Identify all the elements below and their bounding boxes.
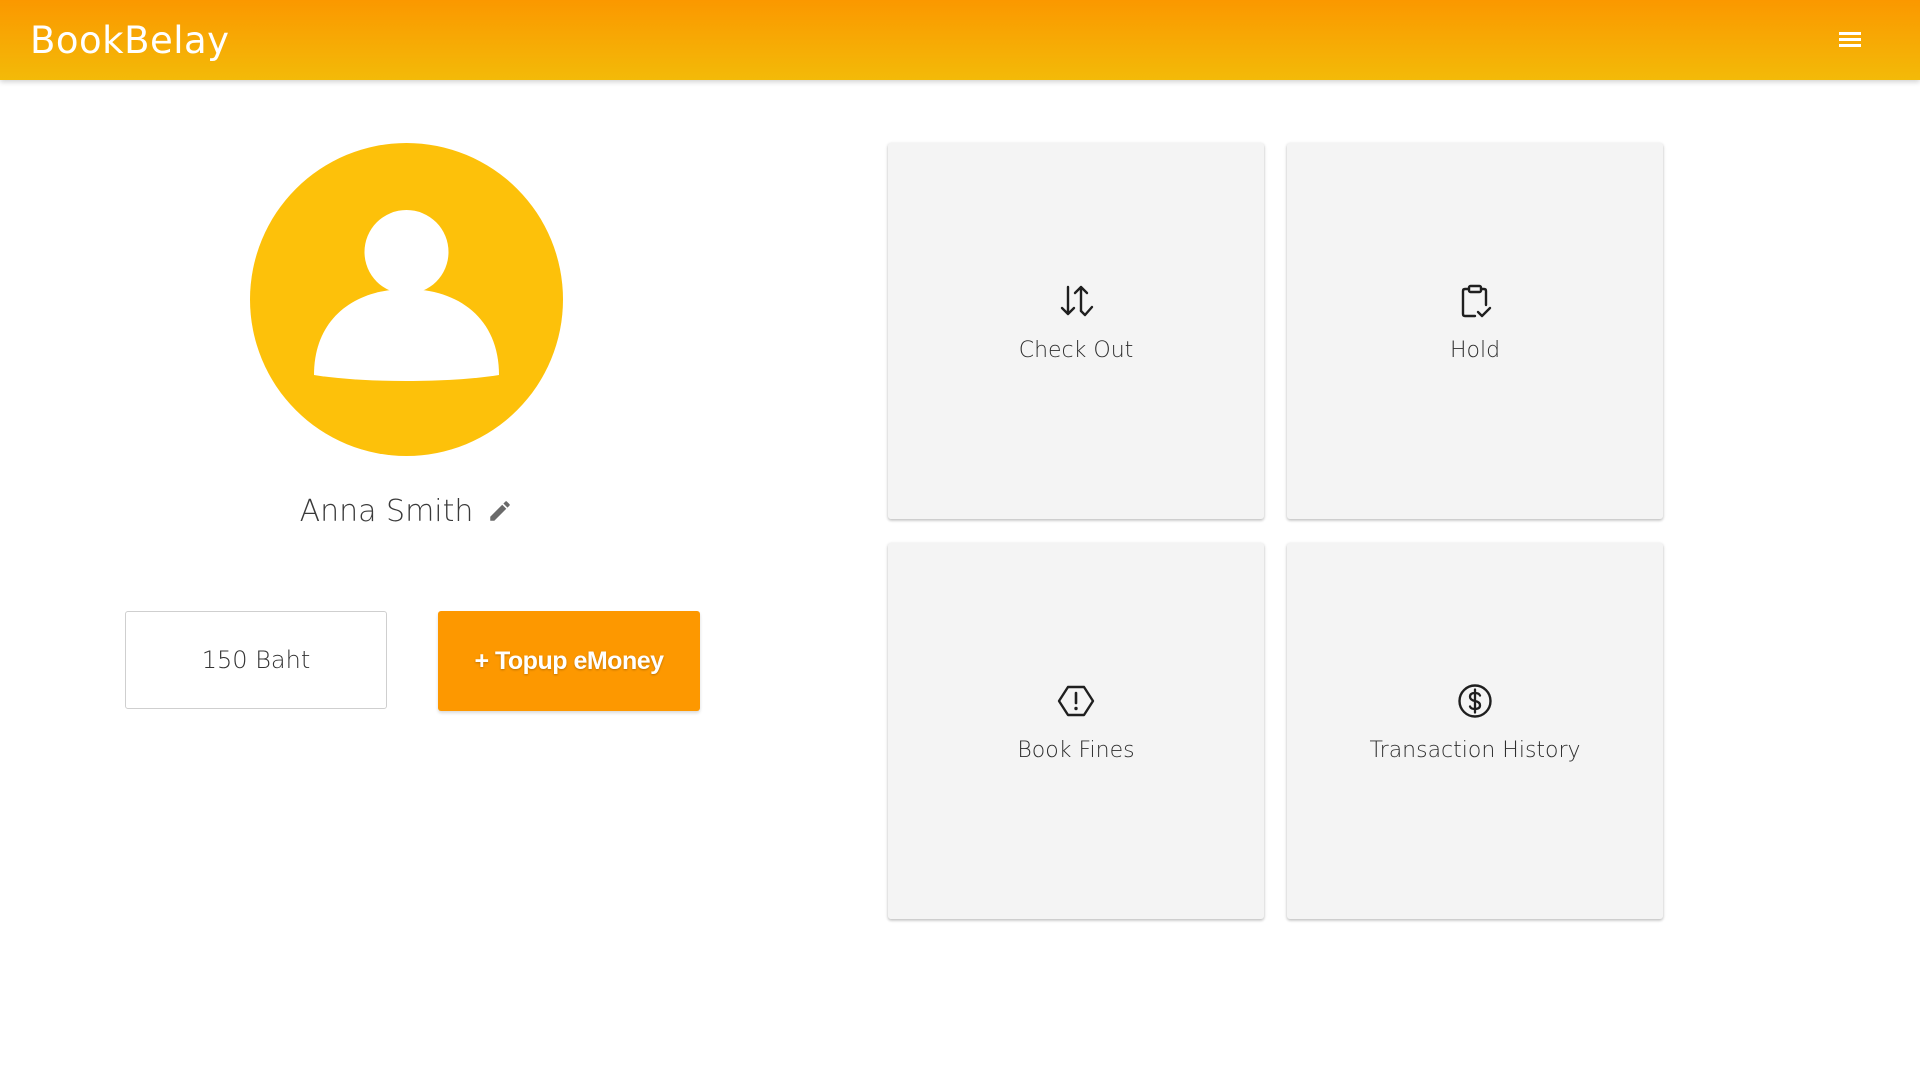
sort-arrows-check-icon xyxy=(1060,285,1094,317)
card-label-transaction-history: Transaction History xyxy=(1369,738,1581,763)
clipboard-check-icon xyxy=(1461,284,1492,318)
app-bar: BookBelay xyxy=(0,0,1920,80)
profile-name-row: Anna Smith xyxy=(250,488,563,534)
balance-display: 150 Baht xyxy=(125,611,387,709)
topup-emoney-button[interactable]: + Topup eMoney xyxy=(438,611,700,711)
user-avatar-icon xyxy=(250,143,563,456)
pencil-icon[interactable] xyxy=(487,498,513,524)
card-transaction-history[interactable]: Transaction History xyxy=(1287,543,1663,919)
hexagon-alert-icon xyxy=(1057,685,1095,717)
card-label-book-fines: Book Fines xyxy=(1017,738,1135,763)
hamburger-menu-icon[interactable] xyxy=(1834,28,1866,52)
card-check-out[interactable]: Check Out xyxy=(888,143,1264,519)
card-book-fines[interactable]: Book Fines xyxy=(888,543,1264,919)
dollar-circle-icon xyxy=(1458,684,1492,718)
brand-title[interactable]: BookBelay xyxy=(30,19,230,62)
card-hold[interactable]: Hold xyxy=(1287,143,1663,519)
profile-name: Anna Smith xyxy=(299,493,474,529)
card-label-check-out: Check Out xyxy=(1018,338,1134,363)
card-label-hold: Hold xyxy=(1449,338,1501,363)
